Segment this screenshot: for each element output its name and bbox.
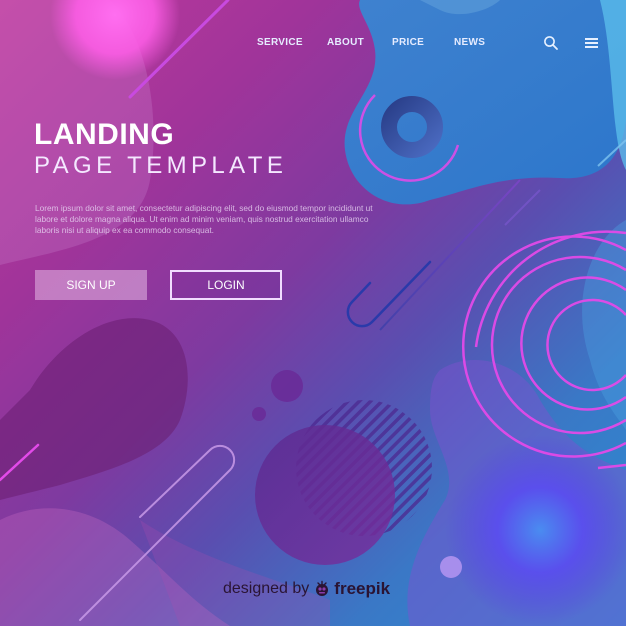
landing-page: SERVICE ABOUT PRICE NEWS LANDING PAGE TE… xyxy=(0,0,626,626)
top-navigation: SERVICE ABOUT PRICE NEWS xyxy=(0,36,626,52)
hero-subtitle: PAGE TEMPLATE xyxy=(34,152,288,179)
dark-blob xyxy=(0,318,188,500)
credit-brand: freepik xyxy=(334,579,391,598)
background-decoration xyxy=(0,0,626,626)
nav-link-price[interactable]: PRICE xyxy=(392,36,424,50)
dark-circle xyxy=(255,425,395,565)
search-icon[interactable] xyxy=(543,35,559,51)
hero-description: Lorem ipsum dolor sit amet, consectetur … xyxy=(35,203,373,235)
credit: designed by freepik xyxy=(223,578,390,600)
hero-title: LANDING xyxy=(34,118,175,151)
signup-button[interactable]: SIGN UP xyxy=(35,270,147,300)
credit-prefix: designed by xyxy=(223,580,310,597)
hamburger-menu-icon[interactable] xyxy=(584,35,600,51)
nav-link-about[interactable]: ABOUT xyxy=(327,36,364,50)
login-button[interactable]: LOGIN xyxy=(170,270,282,300)
nav-link-service[interactable]: SERVICE xyxy=(257,36,303,50)
nav-link-news[interactable]: NEWS xyxy=(454,36,485,50)
freepik-logo-icon xyxy=(316,580,329,596)
